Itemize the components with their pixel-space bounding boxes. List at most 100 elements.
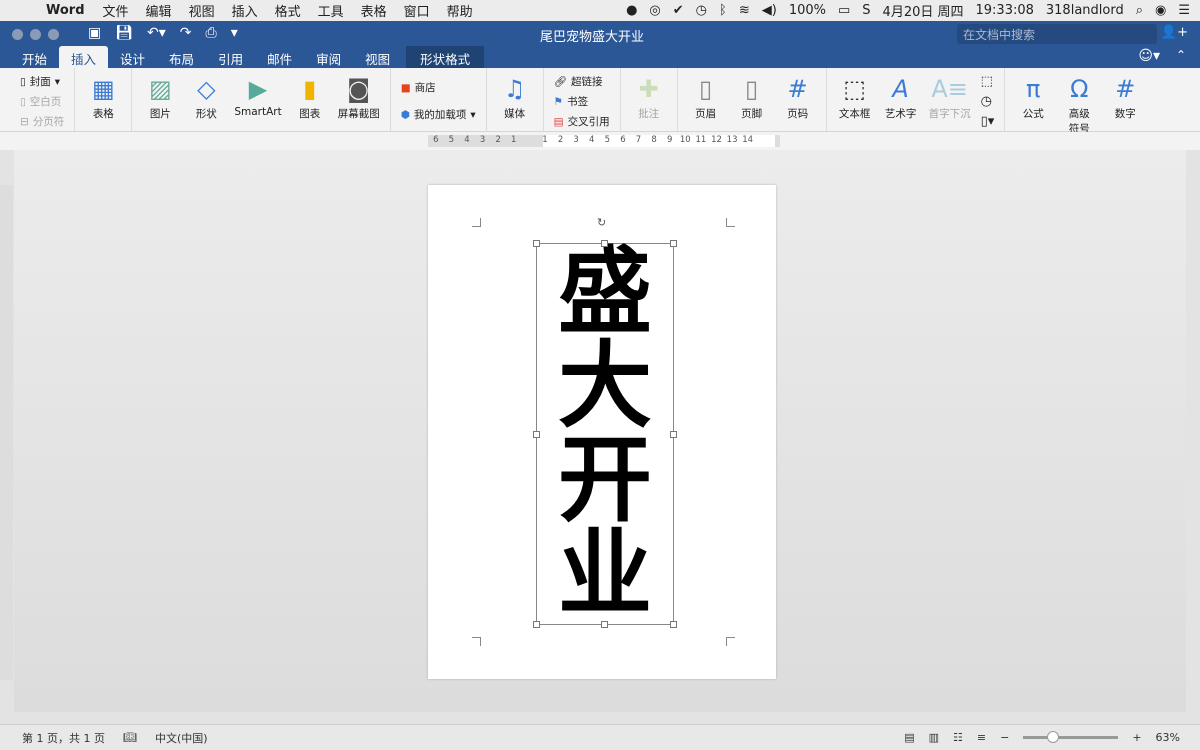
footer-button[interactable]: ▯ 页脚 bbox=[734, 72, 770, 131]
smartart-button[interactable]: ▶ SmartArt bbox=[234, 72, 281, 131]
date[interactable]: 4月20日 周四 bbox=[883, 1, 964, 20]
customize-toolbar-icon[interactable]: ▾ bbox=[231, 25, 238, 41]
sidebar-icon[interactable]: ▣ bbox=[88, 25, 101, 41]
minimize-button[interactable] bbox=[30, 29, 41, 40]
collapse-ribbon-icon[interactable]: ⌃ bbox=[1176, 48, 1186, 62]
input-method-icon[interactable]: S bbox=[862, 3, 870, 18]
comment-button[interactable]: ✚ 批注 bbox=[631, 72, 667, 131]
tab-home[interactable]: 开始 bbox=[10, 46, 59, 68]
menu-insert[interactable]: 插入 bbox=[232, 1, 258, 20]
user-name[interactable]: 318landlord bbox=[1046, 3, 1124, 18]
wechat-icon[interactable]: ● bbox=[626, 3, 637, 18]
textbox-button[interactable]: ⬚ 文本框 bbox=[837, 72, 873, 131]
drop-cap-button[interactable]: A≡ 首字下沉 bbox=[929, 72, 971, 131]
wordart-button[interactable]: A 艺术字 bbox=[883, 72, 919, 131]
horizontal-ruler[interactable]: 6 5 4 3 2 1 1 2 3 4 5 6 7 8 9 10 11 12 13 14 bbox=[0, 132, 1200, 150]
zoom-slider[interactable] bbox=[1023, 731, 1119, 743]
my-addins-button[interactable]: ⬢ 我的加载项 ▾ bbox=[401, 107, 476, 122]
number-button[interactable]: # 数字 bbox=[1107, 72, 1143, 131]
tab-design[interactable]: 设计 bbox=[108, 46, 157, 68]
resize-handle[interactable] bbox=[533, 431, 540, 438]
app-menu[interactable]: Word bbox=[46, 3, 85, 18]
tab-references[interactable]: 引用 bbox=[206, 46, 255, 68]
store-button[interactable]: ■ 商店 bbox=[401, 80, 476, 95]
time-machine-icon[interactable]: ◷ bbox=[696, 3, 707, 18]
share-icon[interactable]: 👤+ bbox=[1161, 25, 1188, 40]
signature-line-icon[interactable]: ⬚ bbox=[981, 74, 995, 89]
vertical-text[interactable]: 盛 大 开 业 bbox=[546, 246, 664, 622]
cross-reference-button[interactable]: ▤ 交叉引用 bbox=[554, 114, 610, 129]
menu-file[interactable]: 文件 bbox=[103, 1, 129, 20]
spotlight-icon[interactable]: ⌕ bbox=[1136, 3, 1143, 18]
resize-handle[interactable] bbox=[601, 240, 608, 247]
tab-view[interactable]: 视图 bbox=[353, 46, 402, 68]
menu-view[interactable]: 视图 bbox=[189, 1, 215, 20]
volume-icon[interactable]: ◀) bbox=[762, 3, 777, 18]
menu-format[interactable]: 格式 bbox=[275, 1, 301, 20]
draft-icon[interactable]: ≡ bbox=[977, 731, 986, 744]
date-time-icon[interactable]: ◷ bbox=[981, 94, 995, 109]
tab-review[interactable]: 审阅 bbox=[304, 46, 353, 68]
page-number-button[interactable]: # 页码 bbox=[780, 72, 816, 131]
menu-edit[interactable]: 编辑 bbox=[146, 1, 172, 20]
zoom-out-button[interactable]: − bbox=[1000, 731, 1009, 744]
resize-handle[interactable] bbox=[670, 621, 677, 628]
screenshot-button[interactable]: ◙ 屏幕截图 bbox=[338, 72, 380, 131]
zoom-in-button[interactable]: + bbox=[1132, 731, 1141, 744]
wifi-icon[interactable]: ≋ bbox=[739, 3, 750, 18]
hyperlink-button[interactable]: 🔗︎ 超链接 bbox=[554, 74, 610, 89]
resize-handle[interactable] bbox=[670, 431, 677, 438]
resize-handle[interactable] bbox=[533, 621, 540, 628]
advanced-symbol-button[interactable]: Ω 高级符号 bbox=[1061, 72, 1097, 135]
tab-layout[interactable]: 布局 bbox=[157, 46, 206, 68]
equation-button[interactable]: π 公式 bbox=[1015, 72, 1051, 131]
chart-button[interactable]: ▮ 图表 bbox=[292, 72, 328, 131]
search-input[interactable]: 在文档中搜索 bbox=[957, 24, 1157, 44]
siri-icon[interactable]: ◉ bbox=[1155, 3, 1166, 18]
feedback-smiley-icon[interactable]: ☺▾ bbox=[1138, 48, 1160, 64]
menu-help[interactable]: 帮助 bbox=[447, 1, 473, 20]
outline-icon[interactable]: ☷ bbox=[953, 731, 963, 744]
tab-shape-format[interactable]: 形状格式 bbox=[406, 46, 485, 68]
proofing-icon[interactable]: 📖︎ bbox=[123, 731, 137, 744]
blank-page-button[interactable]: ▯ 空白页 bbox=[20, 94, 64, 109]
shapes-button[interactable]: ◇ 形状 bbox=[188, 72, 224, 131]
tab-insert[interactable]: 插入 bbox=[59, 46, 109, 68]
object-icon[interactable]: ▯▾ bbox=[981, 114, 995, 129]
vertical-ruler[interactable] bbox=[0, 185, 13, 680]
media-button[interactable]: ♫ 媒体 bbox=[497, 72, 533, 131]
undo-icon[interactable]: ↶▾ bbox=[147, 25, 166, 41]
print-layout-icon[interactable]: ▤ bbox=[904, 731, 914, 744]
page-break-button[interactable]: ⊟ 分页符 bbox=[20, 114, 64, 129]
label: 图片 bbox=[149, 108, 171, 120]
time[interactable]: 19:33:08 bbox=[976, 3, 1034, 18]
table-button[interactable]: ▦ 表格 bbox=[85, 72, 121, 131]
menu-table[interactable]: 表格 bbox=[361, 1, 387, 20]
tab-mailings[interactable]: 邮件 bbox=[255, 46, 304, 68]
header-button[interactable]: ▯ 页眉 bbox=[688, 72, 724, 131]
resize-handle[interactable] bbox=[533, 240, 540, 247]
resize-handle[interactable] bbox=[670, 240, 677, 247]
menu-tools[interactable]: 工具 bbox=[318, 1, 344, 20]
bookmark-button[interactable]: ⚑ 书签 bbox=[554, 94, 610, 109]
notification-center-icon[interactable]: ☰ bbox=[1178, 3, 1190, 18]
close-button[interactable] bbox=[12, 29, 23, 40]
page-count[interactable]: 第 1 页，共 1 页 bbox=[22, 730, 105, 746]
language[interactable]: 中文(中国) bbox=[155, 730, 208, 746]
pi-icon: π bbox=[1026, 75, 1041, 103]
print-icon[interactable]: ⎙ bbox=[206, 25, 217, 41]
battery-icon[interactable]: ▭ bbox=[838, 3, 850, 18]
checkmark-icon[interactable]: ✔ bbox=[673, 3, 684, 18]
menu-window[interactable]: 窗口 bbox=[404, 1, 430, 20]
rotate-handle-icon[interactable]: ↻ bbox=[597, 216, 606, 229]
ruler-tick-label: 12 bbox=[711, 135, 722, 145]
cover-page-button[interactable]: ▯ 封面 ▾ bbox=[20, 74, 64, 89]
save-icon[interactable]: 💾︎ bbox=[115, 25, 133, 41]
resize-handle[interactable] bbox=[601, 621, 608, 628]
picture-button[interactable]: ▨ 图片 bbox=[142, 72, 178, 131]
redo-icon[interactable]: ↷ bbox=[180, 25, 192, 41]
web-layout-icon[interactable]: ▥ bbox=[929, 731, 939, 744]
bluetooth-icon[interactable]: ᛒ bbox=[719, 3, 727, 18]
zoom-button[interactable] bbox=[48, 29, 59, 40]
creative-cloud-icon[interactable]: ◎ bbox=[649, 3, 660, 18]
